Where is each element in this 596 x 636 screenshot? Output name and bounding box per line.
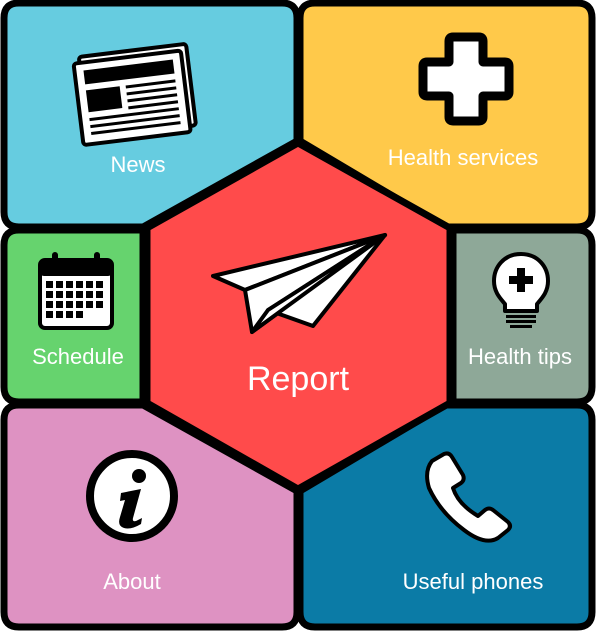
calendar-icon [38,252,114,330]
menu-grid: News Health services Schedule Health tip… [0,0,596,631]
report-label: Report [247,360,350,398]
newspaper-icon [71,42,198,147]
health-services-label: Health services [388,145,538,170]
info-icon [86,450,178,542]
health-tips-label: Health tips [468,344,572,369]
home-menu: News Health services Schedule Health tip… [0,0,596,631]
tile-schedule[interactable]: Schedule [0,226,147,406]
about-label: About [103,569,161,594]
schedule-label: Schedule [32,344,124,369]
tile-health-tips[interactable]: Health tips [449,226,596,406]
useful-phones-label: Useful phones [403,569,544,594]
news-label: News [110,152,165,177]
